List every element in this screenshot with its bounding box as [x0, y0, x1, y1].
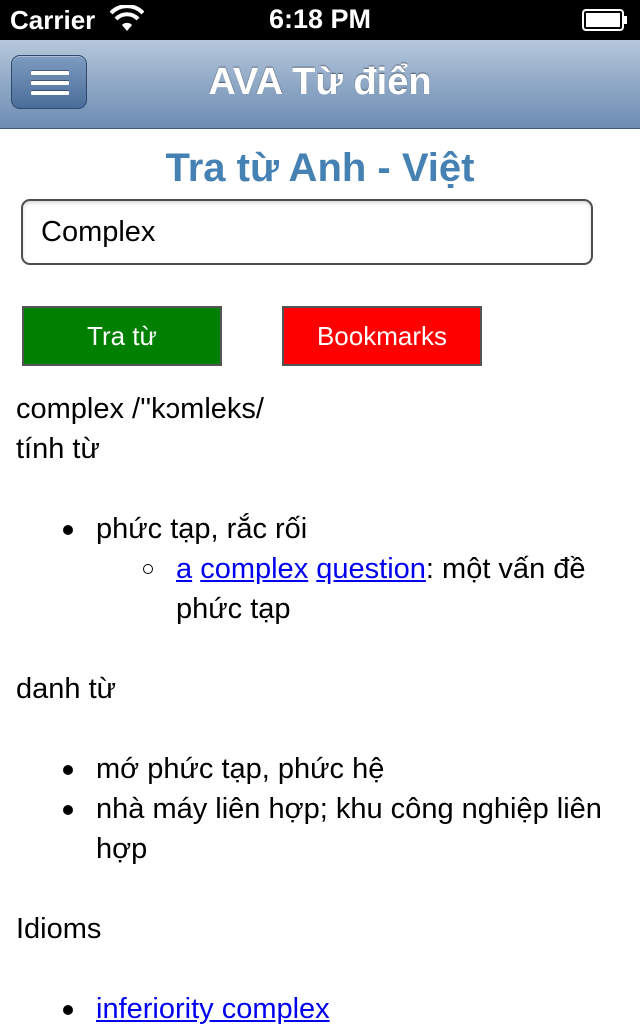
hamburger-icon — [31, 71, 69, 95]
battery-icon — [582, 9, 627, 31]
adjective-meanings: phức tạp, rắc rối a complex question: mộ… — [16, 509, 626, 629]
list-item: inferiority complex — [16, 989, 626, 1029]
search-input[interactable] — [21, 199, 593, 265]
meaning-text: nhà máy liên hợp; khu công nghiệp liên h… — [96, 793, 602, 865]
meaning-text: mớ phức tạp, phức hệ — [96, 753, 385, 785]
part-of-speech-noun: danh từ — [16, 673, 117, 705]
idioms-label: Idioms — [16, 913, 102, 945]
page-title: Tra từ Anh - Việt — [165, 146, 475, 190]
part-of-speech-adjective: tính từ — [16, 433, 100, 465]
list-item: phức tạp, rắc rối — [16, 509, 626, 549]
bookmarks-button[interactable]: Bookmarks — [282, 306, 482, 366]
example-link-question[interactable]: question — [316, 553, 426, 585]
noun-meanings: mớ phức tạp, phức hệ nhà máy liên hợp; k… — [16, 749, 626, 869]
idiom-link[interactable]: inferiority complex — [96, 993, 330, 1025]
example-link-a[interactable]: a — [176, 553, 192, 585]
lookup-button[interactable]: Tra từ — [22, 306, 222, 366]
status-time: 6:18 PM — [268, 4, 372, 34]
idiom-list: inferiority complex — [16, 989, 626, 1029]
list-item: mớ phức tạp, phức hệ — [16, 749, 626, 789]
headword: complex /''kɔmleks/ — [16, 393, 264, 425]
app-title: AVA Từ điển — [208, 61, 432, 103]
meaning-text: phức tạp, rắc rối — [96, 513, 308, 545]
example-link-complex[interactable]: complex — [200, 553, 308, 585]
nav-bar: AVA Từ điển — [0, 40, 640, 129]
menu-button[interactable] — [11, 55, 87, 109]
example-item: a complex question: một vấn đề phức tạp — [16, 549, 626, 629]
list-item: nhà máy liên hợp; khu công nghiệp liên h… — [16, 789, 626, 869]
status-bar: Carrier 6:18 PM — [0, 0, 640, 40]
result-panel: complex /''kɔmleks/ tính từ phức tạp, rắ… — [16, 389, 626, 1029]
